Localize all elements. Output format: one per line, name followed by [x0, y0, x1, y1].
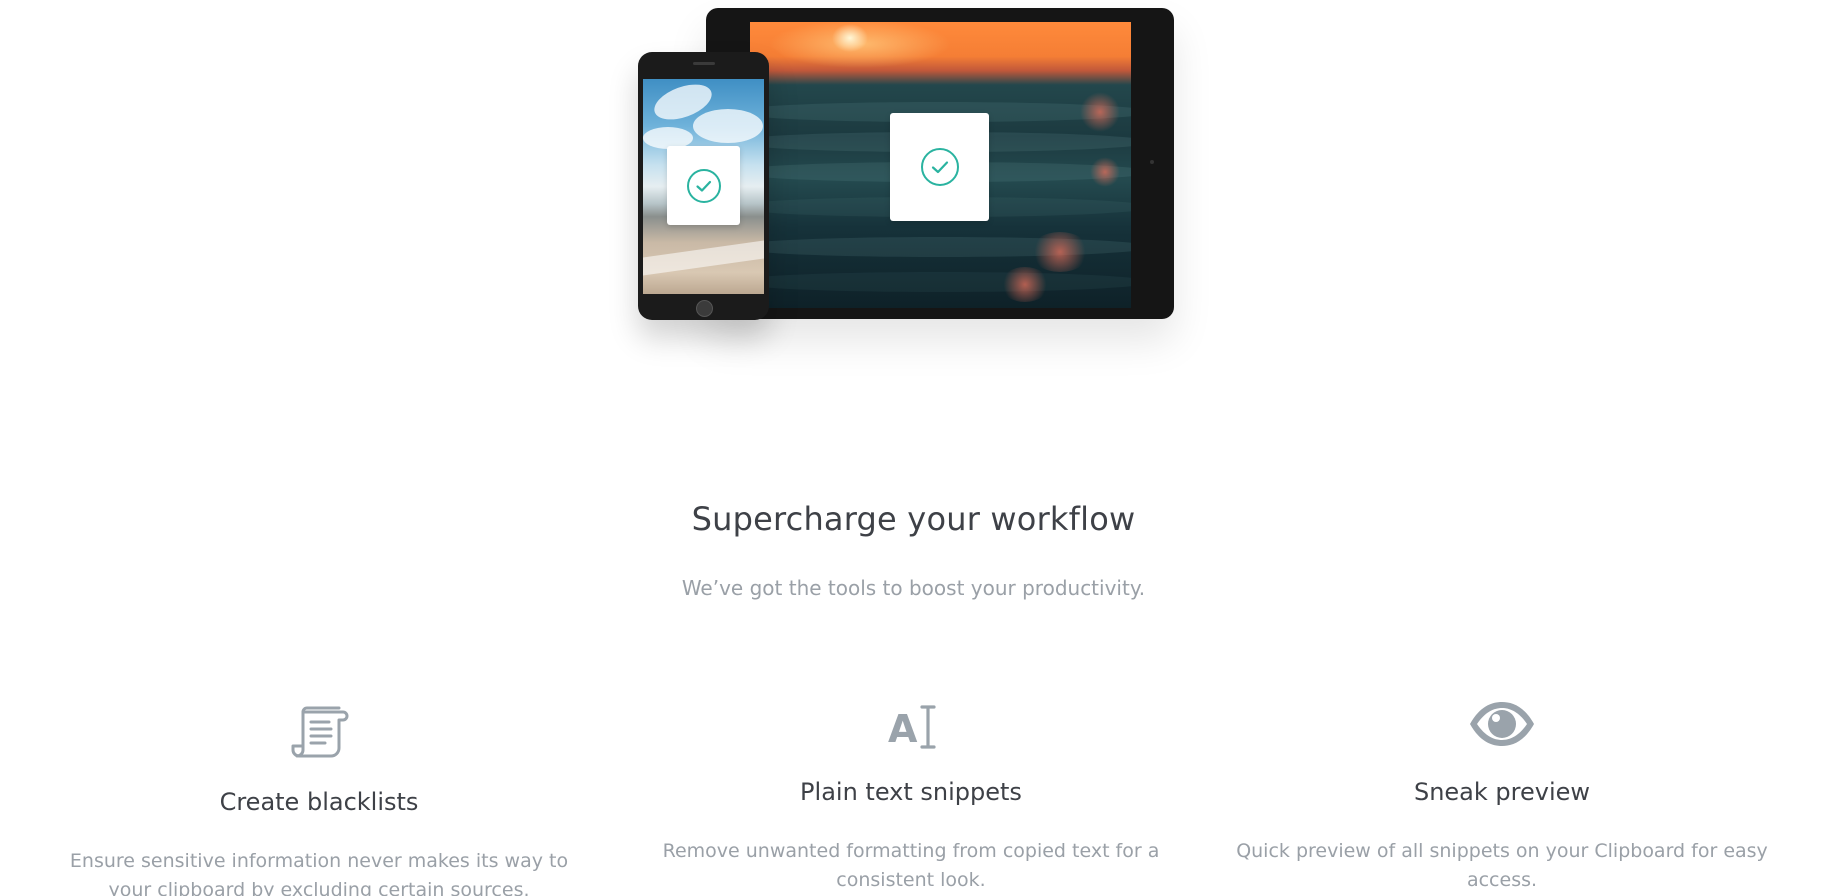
- feature-sneak-preview: Sneak preview Quick preview of all snipp…: [1222, 700, 1782, 896]
- tablet-mockup: [706, 8, 1174, 319]
- check-circle-icon: [920, 148, 959, 186]
- phone-home-button: [696, 300, 713, 317]
- feature-title: Plain text snippets: [800, 778, 1022, 806]
- phone-screen-image: [643, 79, 764, 294]
- feature-description: Ensure sensitive information never makes…: [69, 850, 569, 896]
- feature-title: Sneak preview: [1413, 778, 1591, 806]
- phone-speaker: [693, 62, 715, 65]
- eye-icon: [1470, 702, 1534, 746]
- document-scroll-icon: [291, 706, 349, 758]
- tablet-camera: [1150, 160, 1154, 164]
- svg-text:A: A: [888, 707, 918, 750]
- feature-create-blacklists: Create blacklists Ensure sensitive infor…: [39, 700, 599, 896]
- device-mockup-illustration: [0, 0, 1827, 380]
- feature-title: Create blacklists: [219, 788, 419, 816]
- text-cursor-icon: A: [888, 705, 936, 750]
- feature-description: Quick preview of all snippets on your Cl…: [1236, 840, 1768, 891]
- phone-mockup: [638, 52, 769, 320]
- phone-check-card: [667, 146, 740, 225]
- check-circle-icon: [686, 168, 721, 203]
- feature-plain-text-snippets: A Plain text snippets Remove unwanted fo…: [631, 700, 1191, 896]
- tablet-screen-image: [750, 22, 1131, 308]
- section-title: Supercharge your workflow: [691, 500, 1136, 538]
- page: Supercharge your workflow We’ve got the …: [0, 0, 1827, 896]
- tablet-check-card: [890, 113, 989, 221]
- feature-description: Remove unwanted formatting from copied t…: [662, 840, 1160, 891]
- section-subtitle: We’ve got the tools to boost your produc…: [681, 576, 1146, 600]
